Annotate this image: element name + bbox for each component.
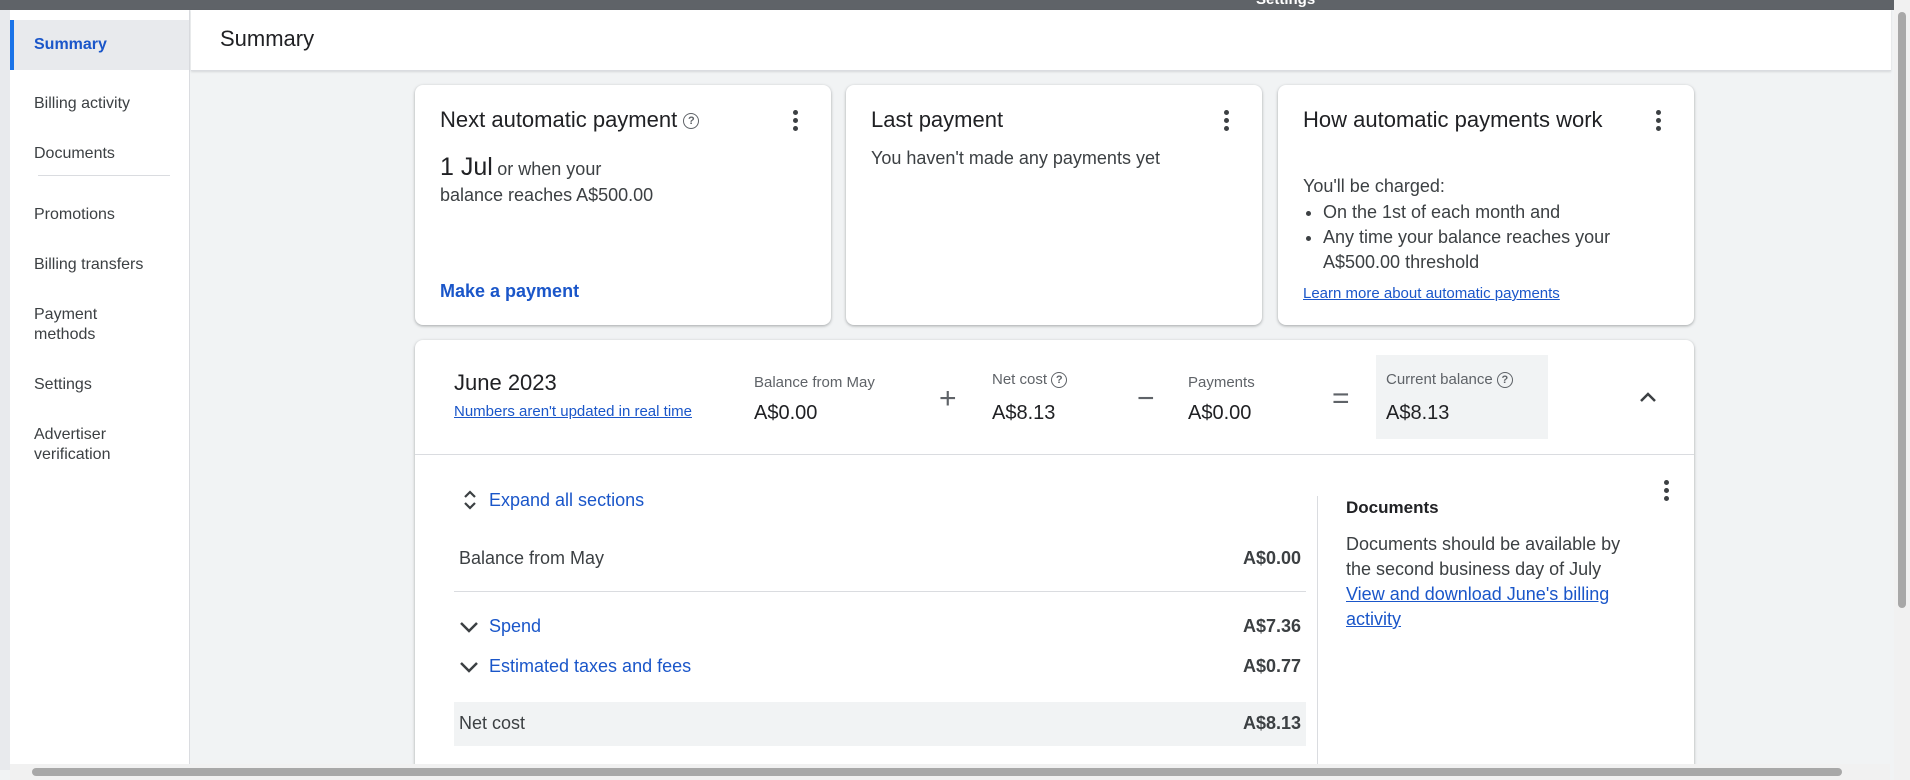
net-cost-label-wrap: Net cost ?	[992, 371, 1068, 389]
sidebar-item-billing-activity[interactable]: Billing activity	[10, 94, 189, 114]
row-label-net-cost: Net cost	[459, 713, 526, 733]
next-payment-date-line: 1 Jul or when your	[440, 153, 602, 181]
payments-label: Payments	[1188, 374, 1255, 391]
chevron-up-icon[interactable]	[1636, 386, 1660, 410]
net-cost-row: Net cost A$8.13	[454, 702, 1306, 746]
equals-sign: =	[1332, 382, 1350, 415]
balance-from-label: Balance from May	[754, 374, 875, 391]
taxes-section-toggle[interactable]: Estimated taxes and fees	[489, 656, 691, 677]
make-payment-link[interactable]: Make a payment	[440, 281, 579, 302]
help-icon[interactable]: ?	[1496, 372, 1513, 389]
more-options-icon[interactable]	[1646, 108, 1670, 132]
page-title: Summary	[220, 26, 315, 51]
next-payment-title: Next automatic payment ?	[440, 105, 700, 135]
billing-period-card: June 2023 Numbers aren't updated in real…	[415, 340, 1694, 780]
row-value-net-cost: A$8.13	[1242, 713, 1301, 733]
top-bar: Settings	[0, 0, 1910, 10]
sidebar-item-promotions[interactable]: Promotions	[10, 205, 189, 225]
sidebar-item-documents[interactable]: Documents	[10, 144, 189, 164]
current-balance-value: A$8.13	[1386, 402, 1450, 424]
last-payment-text: You haven't made any payments yet	[871, 148, 1160, 168]
sidebar-divider	[38, 175, 170, 176]
more-options-icon[interactable]	[783, 108, 807, 132]
horizontal-scrollbar[interactable]	[10, 764, 1890, 780]
chevron-down-icon[interactable]	[457, 655, 481, 679]
last-payment-card: Last payment You haven't made any paymen…	[846, 85, 1262, 325]
sidebar-item-summary[interactable]: Summary	[10, 20, 189, 70]
next-payment-card: Next automatic payment ? 1 Jul or when y…	[415, 85, 831, 325]
window-title: Settings	[1256, 0, 1315, 8]
row-label-balance: Balance from May	[459, 548, 605, 568]
spend-section-toggle[interactable]: Spend	[489, 616, 541, 637]
sidebar-item-advertiser-verification[interactable]: Advertiser verification	[10, 425, 140, 465]
help-icon[interactable]: ?	[683, 113, 700, 130]
net-cost-label: Net cost	[992, 371, 1048, 388]
current-balance-label: Current balance	[1386, 371, 1493, 388]
help-icon[interactable]: ?	[1051, 372, 1068, 389]
list-item: On the 1st of each month and	[1323, 200, 1653, 225]
realtime-note-link[interactable]: Numbers aren't updated in real time	[454, 403, 692, 420]
current-balance-box: Current balance ? A$8.13	[1376, 355, 1548, 439]
sidebar: Summary Billing activity Documents Promo…	[10, 10, 190, 770]
row-value-balance: A$0.00	[1242, 548, 1301, 568]
charged-intro: You'll be charged:	[1303, 176, 1445, 196]
vertical-scrollbar[interactable]	[1894, 0, 1910, 780]
net-cost-value: A$8.13	[992, 402, 1056, 424]
unfold-icon[interactable]	[458, 488, 482, 512]
left-edge	[0, 10, 10, 770]
sidebar-item-settings[interactable]: Settings	[10, 375, 189, 395]
scroll-thumb[interactable]	[1898, 12, 1906, 608]
row-value-taxes: A$0.77	[1242, 656, 1301, 676]
payments-value: A$0.00	[1188, 402, 1252, 424]
documents-title: Documents	[1346, 498, 1439, 517]
more-options-icon[interactable]	[1654, 478, 1678, 502]
view-download-link[interactable]: View and download June's billing activit…	[1346, 582, 1646, 632]
panel-divider	[1317, 496, 1318, 780]
balance-from-value: A$0.00	[754, 402, 818, 424]
page-header: Summary	[191, 10, 1891, 71]
how-payments-work-card: How automatic payments work You'll be ch…	[1278, 85, 1694, 325]
minus-sign: −	[1137, 382, 1155, 415]
expand-all-button[interactable]: Expand all sections	[489, 490, 644, 511]
current-balance-label-wrap: Current balance ?	[1386, 371, 1513, 389]
scroll-thumb[interactable]	[32, 768, 1842, 776]
plus-sign: +	[939, 382, 957, 415]
next-payment-threshold: balance reaches A$500.00	[440, 185, 654, 205]
next-payment-date: 1 Jul	[440, 153, 493, 181]
period-title: June 2023	[454, 370, 557, 395]
learn-more-link[interactable]: Learn more about automatic payments	[1303, 285, 1560, 302]
sidebar-item-billing-transfers[interactable]: Billing transfers	[10, 255, 189, 275]
section-divider	[415, 454, 1694, 455]
sidebar-item-payment-methods[interactable]: Payment methods	[10, 305, 140, 345]
charged-list: On the 1st of each month and Any time yo…	[1323, 200, 1653, 275]
last-payment-title: Last payment	[871, 107, 1004, 132]
documents-text: Documents should be available by the sec…	[1346, 534, 1621, 579]
more-options-icon[interactable]	[1214, 108, 1238, 132]
row-divider	[454, 591, 1306, 592]
list-item: Any time your balance reaches your A$500…	[1323, 225, 1653, 275]
row-value-spend: A$7.36	[1242, 616, 1301, 636]
how-payments-title: How automatic payments work	[1303, 107, 1603, 132]
chevron-down-icon[interactable]	[457, 615, 481, 639]
